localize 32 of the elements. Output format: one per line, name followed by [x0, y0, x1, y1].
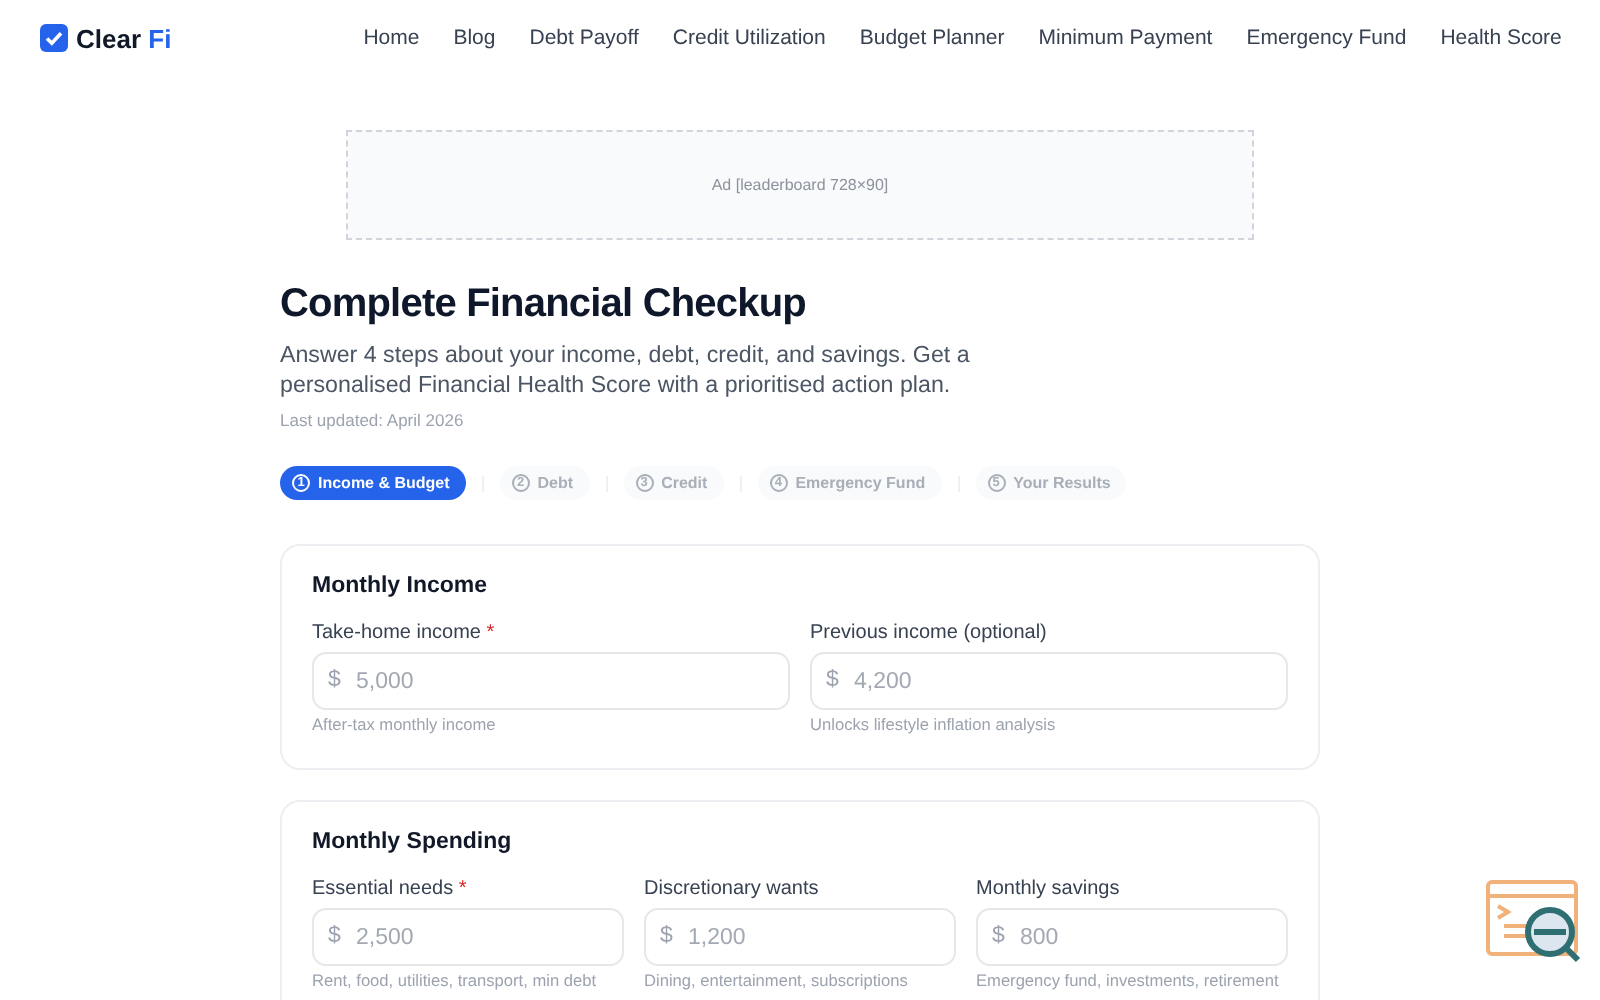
field-label: Previous income (optional) — [810, 622, 1049, 644]
currency-symbol: $ — [992, 924, 1005, 948]
nav-link[interactable]: Home — [363, 26, 420, 50]
nav-link[interactable]: Health Score — [1440, 26, 1562, 50]
field-hint: Dining, entertainment, subscriptions — [644, 970, 910, 990]
field-hint: Unlocks lifestyle inflation analysis — [810, 714, 1058, 734]
code-search-icon[interactable] — [1484, 878, 1584, 966]
nav-link[interactable]: Debt Payoff — [529, 26, 639, 50]
field-hint: Rent, food, utilities, transport, min debt — [312, 970, 599, 990]
nav-link[interactable]: Budget Planner — [859, 26, 1005, 50]
last-updated: Last updated: April 2026 — [280, 410, 466, 430]
intro-text: Answer 4 steps about your income, debt, credit, and savings. Get a personalised Financial Health Score with a prioritised action plan. — [280, 340, 972, 400]
ad-label: Ad [leaderboard 728×90] — [711, 176, 889, 194]
currency-symbol: $ — [826, 668, 839, 692]
nav-link[interactable]: Minimum Payment — [1038, 26, 1213, 50]
field-label: Essential needs * — [312, 878, 469, 900]
currency-symbol: $ — [328, 924, 341, 948]
field-label: Monthly savings — [976, 878, 1122, 900]
currency-symbol: $ — [660, 924, 673, 948]
page-title: Complete Financial Checkup — [280, 282, 808, 328]
currency-symbol: $ — [328, 668, 341, 692]
section-title: Monthly Income — [312, 574, 490, 598]
section-title: Monthly Spending — [312, 830, 514, 854]
field-label: Take-home income * — [312, 622, 497, 644]
logo-text[interactable]: Clear Fi — [76, 23, 172, 53]
nav-link[interactable]: Blog — [453, 26, 496, 50]
field-hint: Emergency fund, investments, retirement — [976, 970, 1281, 990]
field-label: Discretionary wants — [644, 878, 821, 900]
checkbox-logo-icon — [40, 24, 68, 52]
nav-link[interactable]: Emergency Fund — [1246, 26, 1407, 50]
nav-link[interactable]: Credit Utilization — [672, 26, 826, 50]
field-hint: After-tax monthly income — [312, 714, 498, 734]
